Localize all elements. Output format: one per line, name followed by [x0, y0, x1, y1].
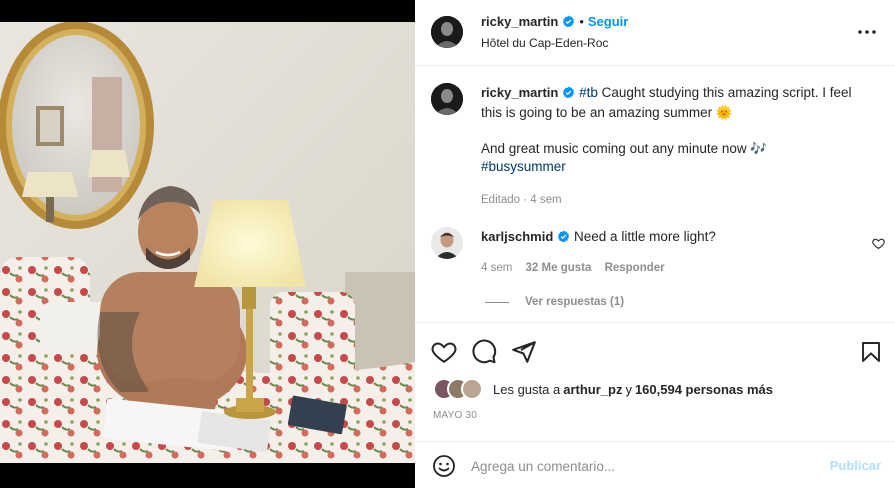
post-side-panel: ricky_martin • Seguir Hôtel du Cap-Eden-Ro…: [415, 0, 895, 488]
caption-hashtag-link[interactable]: #busysummer: [481, 159, 566, 174]
comment-like-heart-icon[interactable]: [872, 237, 885, 253]
caption-tag-link[interactable]: #tb: [579, 85, 598, 100]
comment-input[interactable]: [471, 452, 811, 480]
commenter-username[interactable]: karljschmid: [481, 229, 553, 244]
author-avatar[interactable]: [431, 16, 463, 48]
post-caption: ricky_martin #tb Caught studying this am…: [481, 84, 871, 209]
author-line: ricky_martin • Seguir: [481, 14, 628, 31]
replies-divider: [485, 301, 509, 303]
likes-summary: Les gusta a arthur_pz y 160,594 personas…: [433, 378, 773, 400]
caption-text-2: And great music coming out any minute no…: [481, 141, 747, 156]
likers-avatars[interactable]: [433, 378, 489, 400]
smiley-icon[interactable]: [432, 454, 456, 481]
follow-button[interactable]: Seguir: [588, 14, 628, 29]
bookmark-icon[interactable]: [859, 339, 885, 365]
likes-prefix: Les gusta a: [493, 381, 561, 397]
paper-plane-icon[interactable]: [511, 339, 537, 365]
separator-dot: •: [579, 14, 584, 29]
location-link[interactable]: Hôtel du Cap-Eden-Roc: [481, 36, 608, 50]
caption-meta: Editado · 4 sem: [481, 194, 562, 206]
verified-badge-icon: [562, 15, 575, 31]
music-emoji: 🎶: [750, 141, 768, 156]
sun-emoji: 🌞: [715, 105, 733, 120]
liker-username[interactable]: arthur_pz: [563, 382, 622, 397]
comment-body: karljschmid Need a little more light?: [481, 229, 861, 246]
liker-avatar: [461, 378, 483, 400]
caption-username[interactable]: ricky_martin: [481, 85, 558, 100]
action-bar: [415, 322, 895, 378]
likes-count[interactable]: 160,594 personas más: [635, 382, 773, 397]
caption-avatar[interactable]: [431, 83, 463, 115]
likes-middle: y: [625, 381, 632, 397]
author-username[interactable]: ricky_martin: [481, 14, 558, 29]
comments-section: ricky_martin #tb Caught studying this am…: [415, 67, 895, 322]
post-photo-frame: [0, 0, 415, 488]
post-photo[interactable]: [0, 22, 415, 463]
heart-icon[interactable]: [431, 339, 457, 365]
comment-text: Need a little more light?: [574, 229, 716, 244]
instagram-post-view: ricky_martin • Seguir Hôtel du Cap-Eden-Ro…: [0, 0, 895, 488]
post-header: ricky_martin • Seguir Hôtel du Cap-Eden-Ro…: [415, 0, 895, 66]
comment-icon[interactable]: [471, 339, 497, 365]
more-options-icon[interactable]: [855, 20, 879, 44]
view-replies-label: Ver respuestas (1): [525, 296, 625, 308]
comment-meta: 4 sem 32 Me gusta Responder: [481, 262, 675, 274]
post-date[interactable]: MAYO 30: [433, 410, 477, 421]
verified-badge-icon: [557, 230, 570, 246]
comment-likes-count[interactable]: 32 Me gusta: [526, 262, 592, 274]
publish-button[interactable]: Publicar: [830, 458, 881, 473]
view-replies-button[interactable]: Ver respuestas (1): [485, 296, 624, 308]
comment-age: 4 sem: [481, 262, 513, 274]
verified-badge-icon: [562, 86, 575, 104]
commenter-avatar[interactable]: [431, 227, 463, 259]
add-comment-bar: Publicar: [415, 441, 895, 488]
reply-button[interactable]: Responder: [605, 262, 665, 274]
